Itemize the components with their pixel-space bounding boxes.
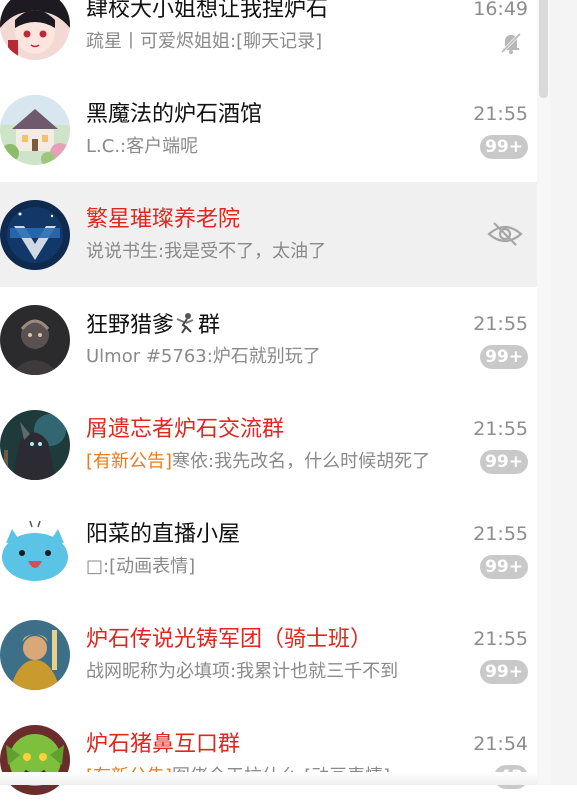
chat-preview: [有新公告]寒依:我先改名，什么时候胡死了	[86, 451, 431, 472]
list-bottom-edge	[0, 772, 550, 785]
chat-name: 繁星璀璨养老院	[86, 207, 241, 232]
chat-item[interactable]: 狂野猎爹群 Ulmor #5763:炉石就别玩了 21:55 99+	[0, 287, 550, 392]
new-notice-tag: [有新公告]	[86, 451, 173, 472]
chat-time: 16:49	[473, 0, 528, 20]
chat-time: 21:55	[473, 313, 528, 335]
chat-item[interactable]: 肆校大小姐想让我捏炉石 疏星丨可爱烬姐姐:[聊天记录] 16:49	[0, 0, 550, 77]
chat-name: 炉石传说光铸军团（骑士班）	[86, 627, 373, 652]
chat-item[interactable]: 屑遗忘者炉石交流群 [有新公告]寒依:我先改名，什么时候胡死了 21:55 99…	[0, 392, 550, 497]
paladin-avatar	[0, 620, 70, 690]
chat-time: 21:55	[473, 523, 528, 545]
chat-time: 21:54	[473, 733, 528, 755]
chat-name: 阳菜的直播小屋	[86, 522, 241, 547]
chat-item[interactable]: 炉石传说光铸军团（骑士班） 战网昵称为必填项:我累计也就三千不到 21:55 9…	[0, 602, 550, 707]
chat-time: 21:55	[473, 628, 528, 650]
chat-item[interactable]: 繁星璀璨养老院 说说书生:我是受不了，太油了	[0, 182, 550, 287]
unread-badge: 99+	[480, 135, 528, 159]
chat-item[interactable]: 阳菜的直播小屋 □:[动画表情] 21:55 99+	[0, 497, 550, 602]
scrollbar-thumb[interactable]	[539, 0, 548, 98]
scrollbar-track[interactable]	[537, 0, 550, 785]
cottage-avatar	[0, 95, 70, 165]
chat-preview: 说说书生:我是受不了，太油了	[86, 241, 327, 262]
chat-item[interactable]: 炉石猪鼻互口群 [有新公告]图佬今天拉什么:[动画表情] 21:54 43	[0, 707, 550, 812]
unread-badge: 99+	[480, 555, 528, 579]
dancing-figure-icon	[174, 311, 198, 335]
chat-preview: L.C.:客户端呢	[86, 136, 199, 157]
hidden-eye-icon[interactable]	[486, 220, 524, 252]
unread-badge: 99+	[480, 450, 528, 474]
chat-list: 肆校大小姐想让我捏炉石 疏星丨可爱烬姐姐:[聊天记录] 16:49 黑魔法的炉石…	[0, 0, 550, 812]
dark-hunter-avatar	[0, 305, 70, 375]
chat-time: 21:55	[473, 103, 528, 125]
muted-bell-icon	[498, 30, 524, 60]
chat-name: 肆校大小姐想让我捏炉石	[86, 0, 329, 22]
chat-time: 21:55	[473, 418, 528, 440]
chat-item[interactable]: 黑魔法的炉石酒馆 L.C.:客户端呢 21:55 99+	[0, 77, 550, 182]
unread-badge: 99+	[480, 660, 528, 684]
chat-name: 炉石猪鼻互口群	[86, 732, 241, 757]
chat-preview: Ulmor #5763:炉石就别玩了	[86, 346, 321, 367]
undead-warrior-avatar	[0, 410, 70, 480]
anime-girl-avatar	[0, 0, 70, 60]
right-panel-edge	[550, 0, 577, 785]
chat-preview: □:[动画表情]	[86, 556, 196, 577]
unread-badge: 99+	[480, 345, 528, 369]
chat-preview: 战网昵称为必填项:我累计也就三千不到	[86, 661, 399, 682]
star-emblem-avatar	[0, 200, 70, 270]
chat-name: 黑魔法的炉石酒馆	[86, 102, 263, 127]
chat-name: 屑遗忘者炉石交流群	[86, 417, 285, 442]
blue-cat-avatar	[0, 515, 70, 585]
chat-preview: 疏星丨可爱烬姐姐:[聊天记录]	[86, 31, 323, 52]
chat-name: 狂野猎爹群	[86, 311, 221, 338]
